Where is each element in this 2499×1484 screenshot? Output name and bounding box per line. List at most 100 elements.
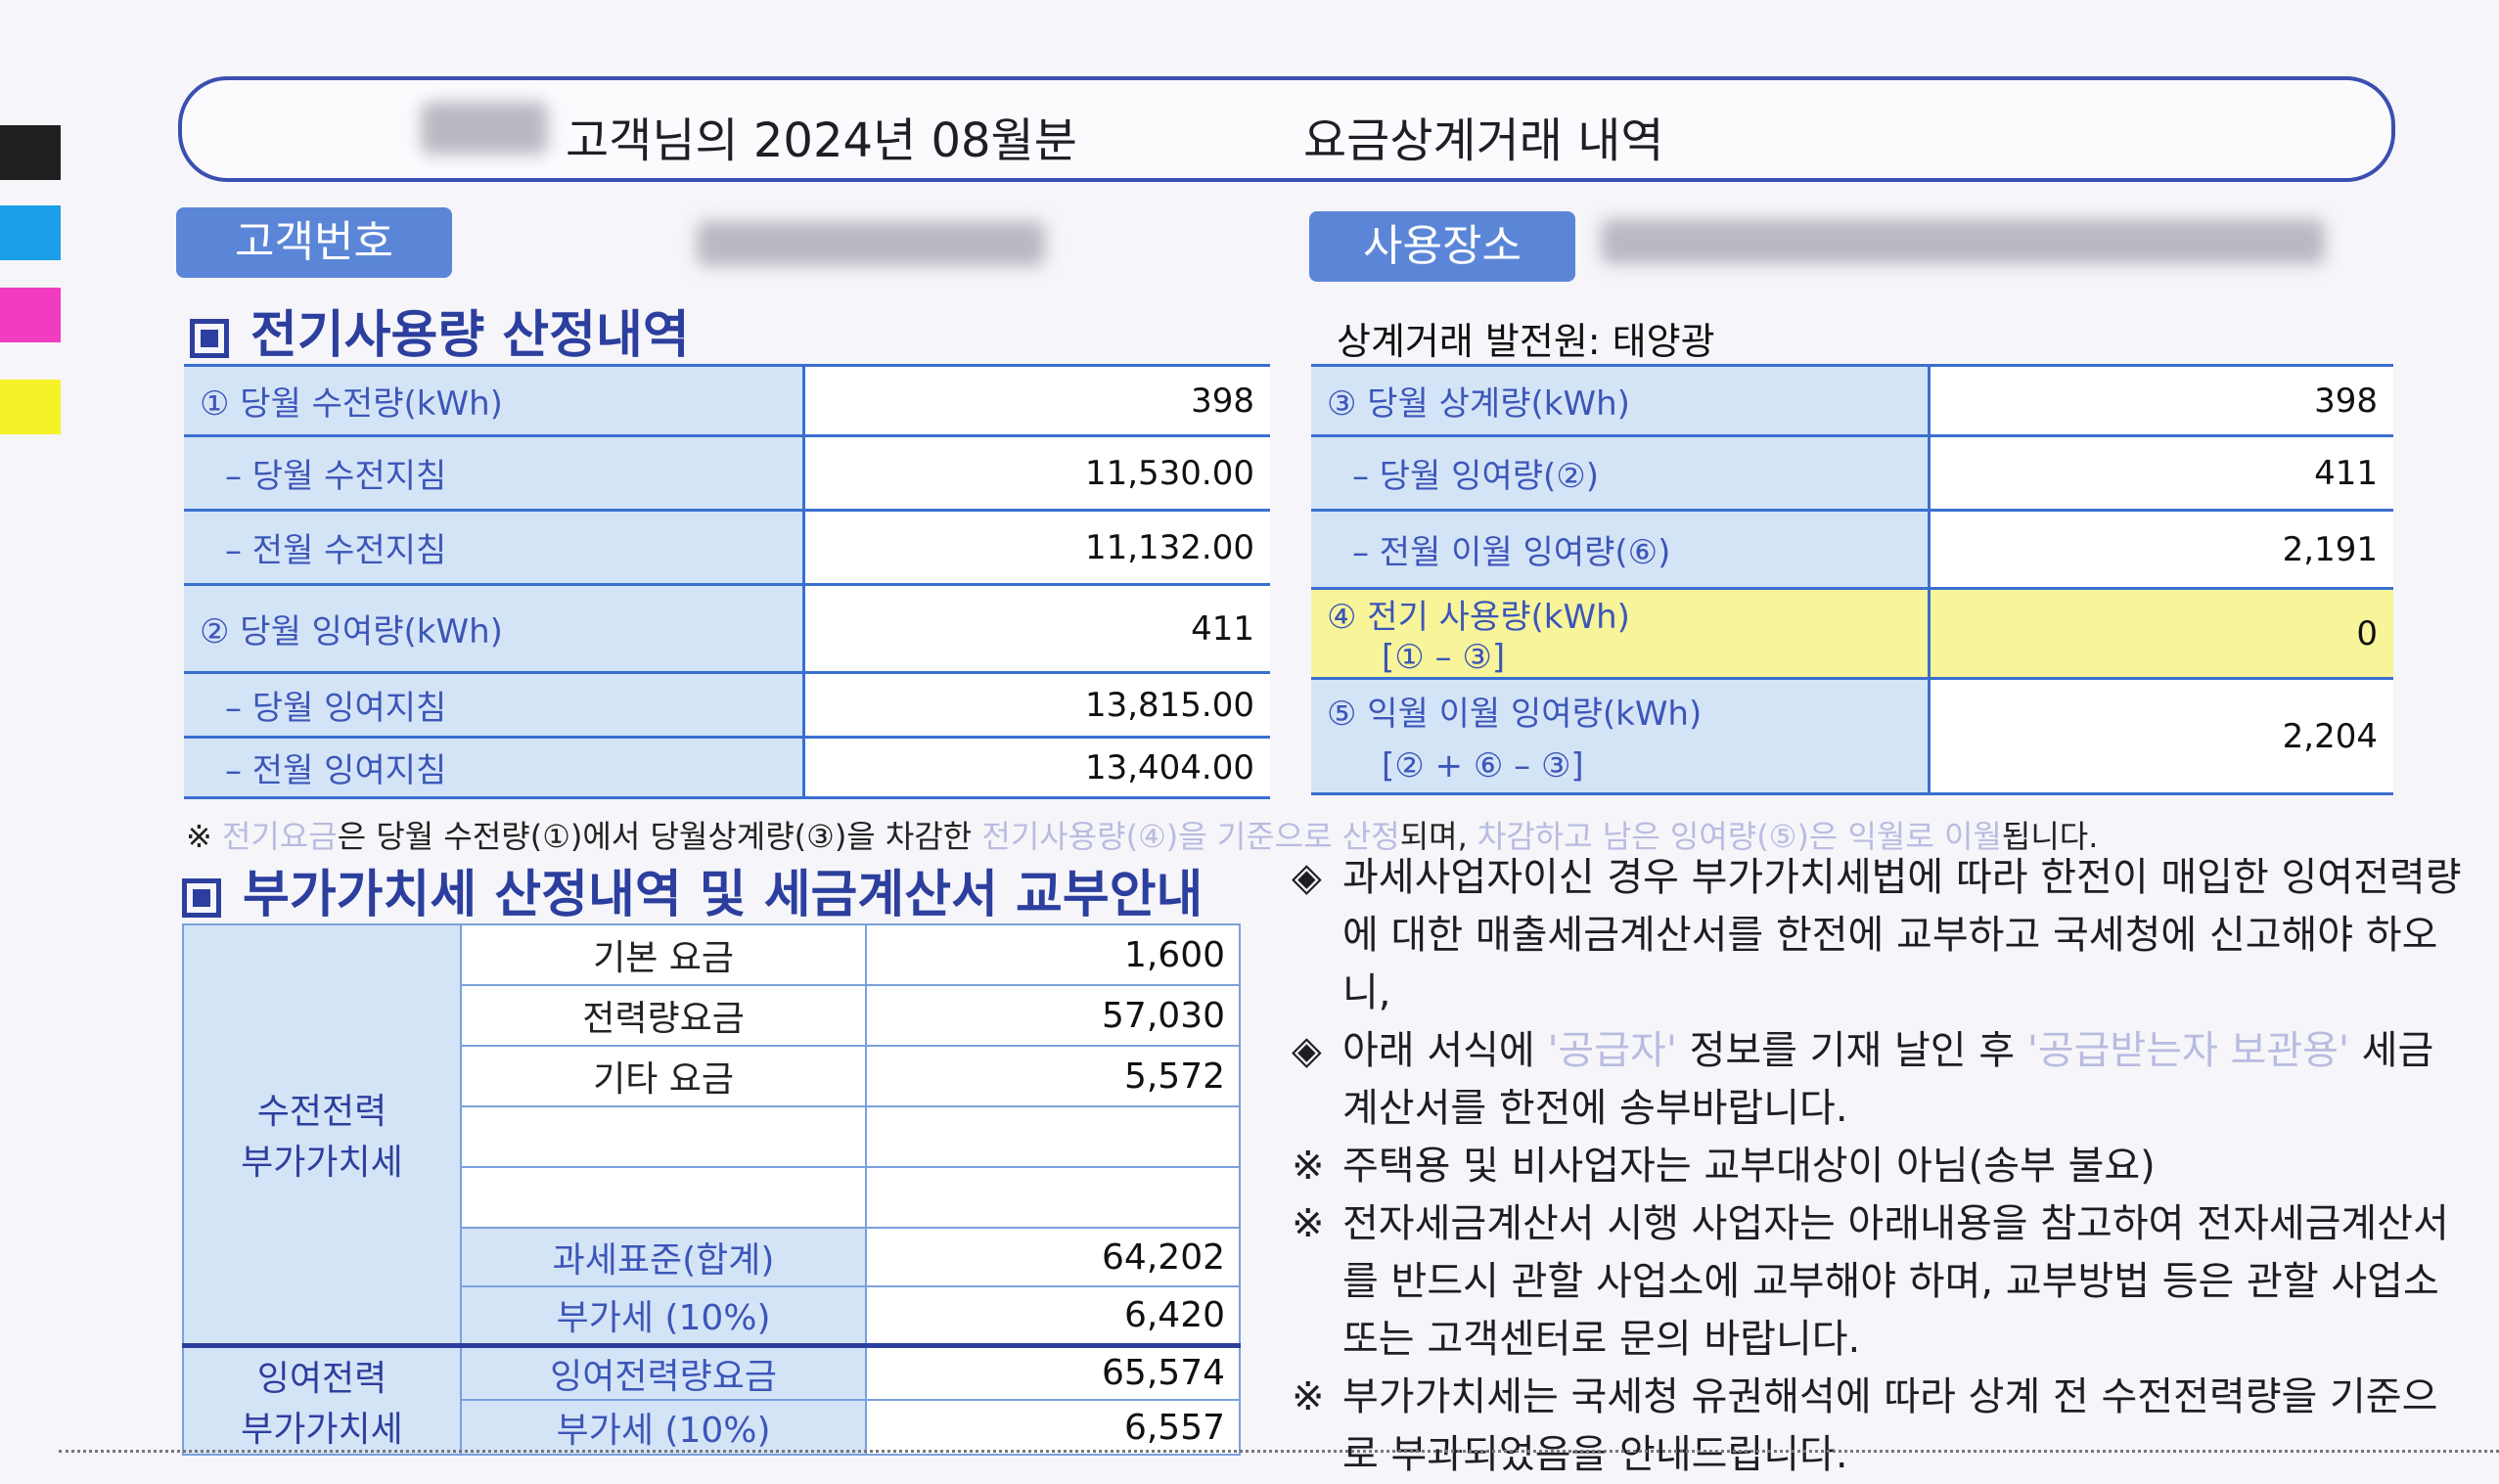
swatch-magenta bbox=[0, 288, 61, 342]
note-item: ※ 부가가치세는 국세청 유권해석에 따라 상계 전 수전전력량을 기준으로 부과… bbox=[1292, 1369, 2466, 1484]
offset-label: – 전월 이월 잉여량(⑥) bbox=[1311, 509, 1930, 590]
table-row: ① 당월 수전량(kWh) 398 bbox=[184, 364, 1270, 437]
table-row: ③ 당월 상계량(kWh) 398 bbox=[1311, 364, 2393, 437]
offset-label-line: ⑤ 익월 이월 잉여량(kWh) bbox=[1327, 695, 1703, 734]
vat-table: 수전전력 부가가치세 기본 요금 1,600 전력량요금 57,030 기타 요금 5… bbox=[182, 923, 1241, 1456]
note-mark-icon: ※ bbox=[186, 818, 212, 855]
vat-item: 부가세 (10%) bbox=[459, 1399, 868, 1456]
offset-plant-label: 상계거래 발전원: 태양광 bbox=[1337, 320, 1715, 363]
table-row: – 당월 잉여량(②) 411 bbox=[1311, 434, 2393, 512]
redacted-usage-location bbox=[1601, 219, 2325, 264]
offset-label: – 당월 잉여량(②) bbox=[1311, 434, 1930, 512]
vat-value: 64,202 bbox=[865, 1227, 1241, 1287]
offset-label-formula: [① – ③] bbox=[1382, 638, 1506, 677]
notes-block: ◈ 과세사업자이신 경우 부가가치세법에 따라 한전이 매입한 잉여전력량에 대한… bbox=[1292, 849, 2466, 1484]
usage-value: 13,404.00 bbox=[802, 736, 1270, 799]
vat-item: 잉여전력량요금 bbox=[459, 1342, 868, 1401]
note-text: 정보를 기재 날인 후 bbox=[1689, 1028, 2016, 1073]
note-text: 전자세금계산서 시행 사업자는 아래내용을 참고하여 전자세금계산서를 반드시 … bbox=[1342, 1201, 2449, 1362]
vat-item: 기타 요금 bbox=[459, 1045, 868, 1107]
table-row: – 당월 수전지침 11,530.00 bbox=[184, 434, 1270, 512]
offset-value: 0 bbox=[1928, 587, 2393, 680]
vat-group-label: 잉여전력 부가가치세 bbox=[182, 1342, 462, 1456]
reference-mark-icon: ※ bbox=[1292, 1374, 1325, 1419]
note-item: ◈ 아래 서식에 '공급자' 정보를 기재 날인 후 '공급받는자 보관용' 세금… bbox=[1292, 1022, 2466, 1138]
note-item: ※ 주택용 및 비사업자는 교부대상이 아님(송부 불요) bbox=[1292, 1138, 2466, 1195]
redacted-customer-name bbox=[421, 102, 548, 155]
note-item: ◈ 과세사업자이신 경우 부가가치세법에 따라 한전이 매입한 잉여전력량에 대한… bbox=[1292, 849, 2466, 1022]
square-bullet-icon bbox=[182, 878, 221, 918]
table-row: 잉여전력 부가가치세 잉여전력량요금 65,574 bbox=[182, 1342, 1241, 1456]
offset-label: ③ 당월 상계량(kWh) bbox=[1311, 364, 1930, 437]
vat-group-label: 수전전력 부가가치세 bbox=[182, 923, 462, 1346]
offset-label: ⑤ 익월 이월 잉여량(kWh) [② + ⑥ – ③] bbox=[1311, 677, 1930, 795]
vat-item bbox=[459, 1166, 868, 1229]
dotted-cut-line bbox=[59, 1450, 2499, 1453]
note-highlight: '공급자' bbox=[1547, 1028, 1677, 1073]
usage-value: 13,815.00 bbox=[802, 671, 1270, 739]
header-customer-period: 고객님의 2024년 08월분 bbox=[566, 113, 1077, 168]
note-highlight: '공급받는자 보관용' bbox=[2026, 1028, 2349, 1073]
vat-item bbox=[459, 1105, 868, 1168]
offset-label-formula: [② + ⑥ – ③] bbox=[1382, 746, 1584, 786]
vat-value: 65,574 bbox=[865, 1342, 1241, 1401]
diamond-bullet-icon: ◈ bbox=[1292, 855, 1322, 900]
table-row: ② 당월 잉여량(kWh) 411 bbox=[184, 583, 1270, 674]
table-row: – 당월 잉여지침 13,815.00 bbox=[184, 671, 1270, 739]
customer-number-label: 고객번호 bbox=[176, 207, 452, 278]
usage-value: 411 bbox=[802, 583, 1270, 674]
vat-item: 기본 요금 bbox=[459, 923, 868, 986]
vat-value: 6,557 bbox=[865, 1399, 1241, 1456]
note-text: 아래 서식에 bbox=[1342, 1028, 1535, 1073]
swatch-yellow bbox=[0, 380, 61, 434]
reference-mark-icon: ※ bbox=[1292, 1201, 1325, 1246]
vat-value: 5,572 bbox=[865, 1045, 1241, 1107]
offset-label: ④ 전기 사용량(kWh) [① – ③] bbox=[1311, 587, 1930, 680]
usage-table: ① 당월 수전량(kWh) 398 – 당월 수전지침 11,530.00 – 전월… bbox=[184, 364, 1270, 799]
footnote-part: 전기요금 bbox=[221, 818, 338, 855]
usage-value: 398 bbox=[802, 364, 1270, 437]
vat-value bbox=[865, 1105, 1241, 1168]
note-text: 부가가치세는 국세청 유권해석에 따라 상계 전 수전전력량을 기준으로 부과되… bbox=[1342, 1374, 2438, 1477]
vat-item: 부가세 (10%) bbox=[459, 1285, 868, 1346]
header-title: 요금상계거래 내역 bbox=[1303, 113, 1664, 168]
usage-label: ① 당월 수전량(kWh) bbox=[184, 364, 804, 437]
note-text: 과세사업자이신 경우 부가가치세법에 따라 한전이 매입한 잉여전력량에 대한 … bbox=[1342, 855, 2462, 1015]
table-row: – 전월 수전지침 11,132.00 bbox=[184, 509, 1270, 586]
offset-value: 411 bbox=[1928, 434, 2393, 512]
offset-table: ③ 당월 상계량(kWh) 398 – 당월 잉여량(②) 411 – 전월 이월 … bbox=[1311, 364, 2393, 795]
offset-value: 2,191 bbox=[1928, 509, 2393, 590]
note-text: 주택용 및 비사업자는 교부대상이 아님(송부 불요) bbox=[1342, 1144, 2156, 1189]
swatch-cyan bbox=[0, 205, 61, 260]
vat-value bbox=[865, 1166, 1241, 1229]
vat-item: 전력량요금 bbox=[459, 984, 868, 1047]
table-row: – 전월 이월 잉여량(⑥) 2,191 bbox=[1311, 509, 2393, 590]
table-row: 수전전력 부가가치세 기본 요금 1,600 bbox=[182, 923, 1241, 1346]
table-row: – 전월 잉여지침 13,404.00 bbox=[184, 736, 1270, 799]
usage-label: ② 당월 잉여량(kWh) bbox=[184, 583, 804, 674]
usage-label: – 당월 잉여지침 bbox=[184, 671, 804, 739]
table-row: ⑤ 익월 이월 잉여량(kWh) [② + ⑥ – ③] 2,204 bbox=[1311, 677, 2393, 795]
usage-value: 11,132.00 bbox=[802, 509, 1270, 586]
footnote-part: 은 당월 수전량(①)에서 당월상계량(③)을 차감한 bbox=[337, 818, 973, 855]
swatch-black bbox=[0, 125, 61, 180]
usage-section-title: 전기사용량 산정내역 bbox=[190, 293, 690, 367]
usage-label: – 전월 잉여지침 bbox=[184, 736, 804, 799]
usage-label: – 당월 수전지침 bbox=[184, 434, 804, 512]
square-bullet-icon bbox=[190, 319, 229, 358]
note-item: ※ 전자세금계산서 시행 사업자는 아래내용을 참고하여 전자세금계산서를 반드시… bbox=[1292, 1195, 2466, 1369]
vat-value: 57,030 bbox=[865, 984, 1241, 1047]
usage-value: 11,530.00 bbox=[802, 434, 1270, 512]
redacted-customer-number bbox=[697, 221, 1045, 266]
offset-label-line: ④ 전기 사용량(kWh) bbox=[1327, 598, 1630, 637]
table-row: ④ 전기 사용량(kWh) [① – ③] 0 bbox=[1311, 587, 2393, 680]
vat-section-title: 부가가치세 산정내역 및 세금계산서 교부안내 bbox=[182, 853, 1203, 926]
reference-mark-icon: ※ bbox=[1292, 1144, 1325, 1189]
offset-value: 2,204 bbox=[1928, 677, 2393, 795]
vat-value: 1,600 bbox=[865, 923, 1241, 986]
usage-label: – 전월 수전지침 bbox=[184, 509, 804, 586]
offset-value: 398 bbox=[1928, 364, 2393, 437]
usage-location-label: 사용장소 bbox=[1309, 211, 1575, 282]
vat-item: 과세표준(합계) bbox=[459, 1227, 868, 1287]
vat-value: 6,420 bbox=[865, 1285, 1241, 1346]
